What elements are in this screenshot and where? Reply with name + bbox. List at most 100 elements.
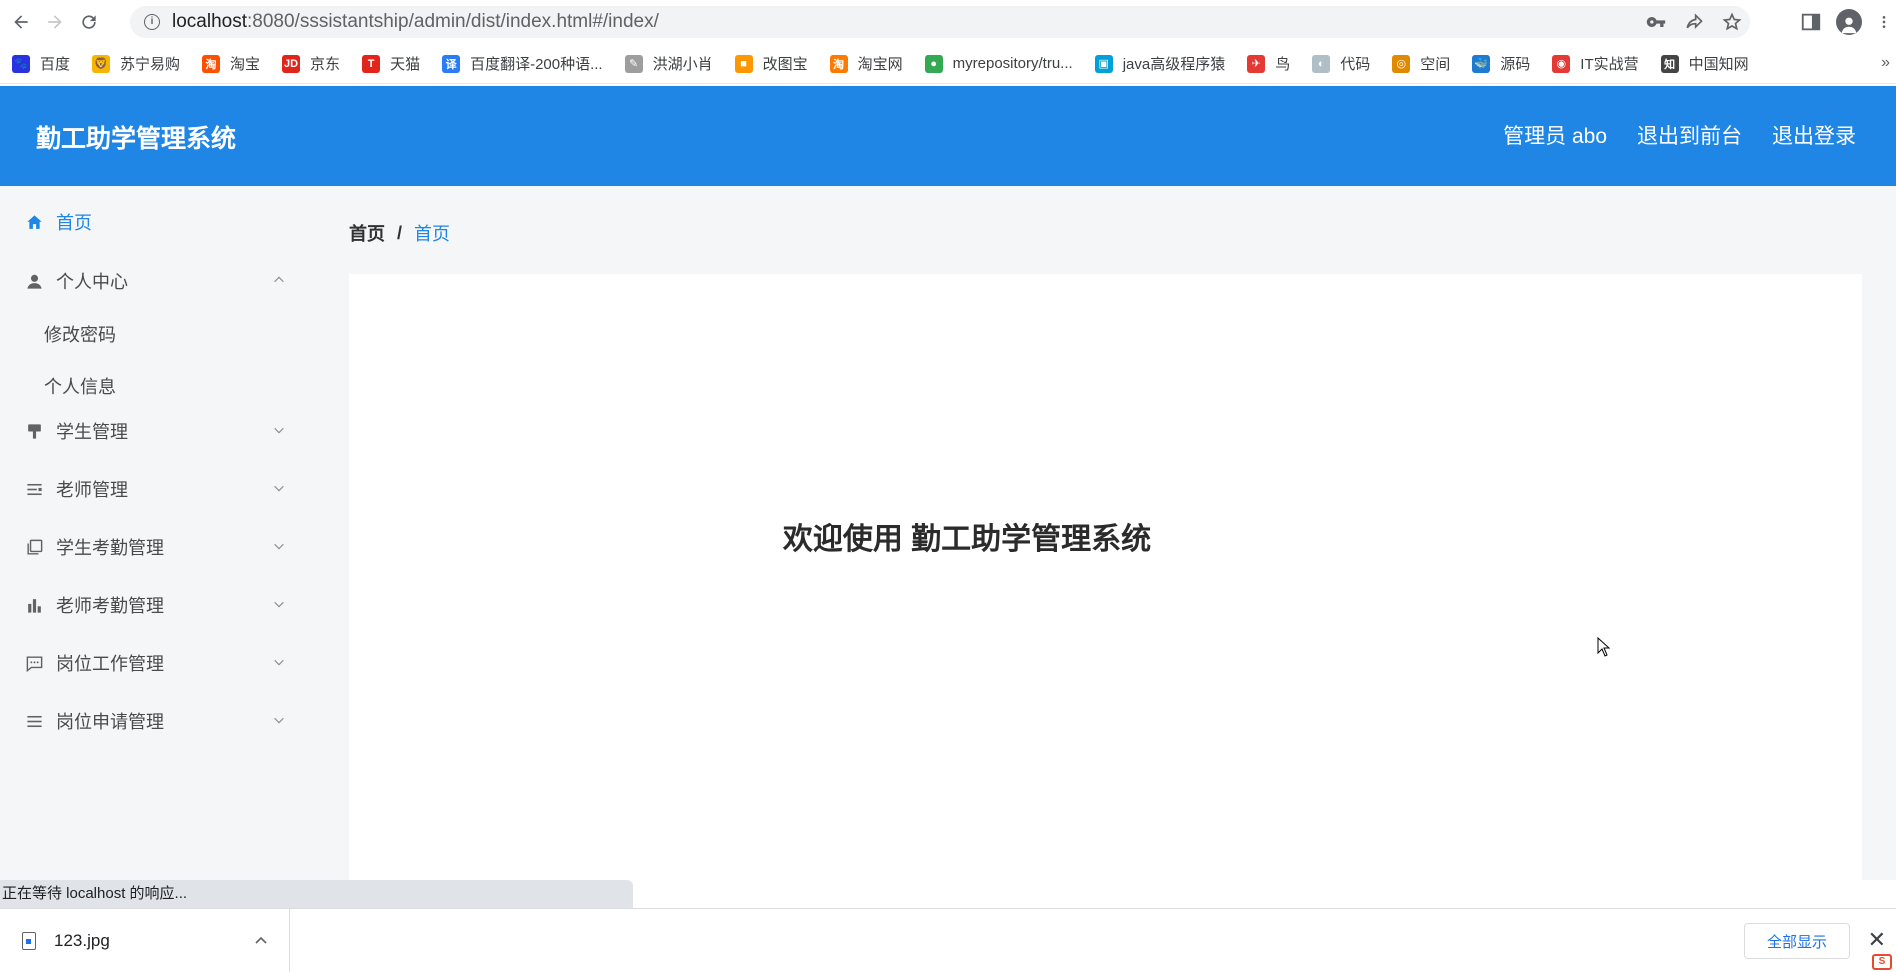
baidu-icon: 🐾 xyxy=(12,54,30,73)
user-icon xyxy=(24,271,44,291)
suning-icon: 🦁 xyxy=(92,54,111,73)
side-panel-icon[interactable] xyxy=(1800,11,1822,33)
jd-icon: JD xyxy=(282,54,301,73)
align-icon xyxy=(24,479,44,499)
bookmark-item[interactable]: ◎ 空间 xyxy=(1392,53,1450,74)
breadcrumb-home[interactable]: 首页 xyxy=(349,220,385,246)
sidebar-item-label: 老师管理 xyxy=(56,480,128,500)
sidebar: 首页 个人中心 修改密码 个人信息 学生管理 老师管理 学生考勤管理 老师考勤管… xyxy=(0,186,320,880)
chevron-down-icon xyxy=(274,543,284,550)
bookmark-item[interactable]: ✎ 洪湖小肖 xyxy=(624,53,713,74)
header-links: 管理员 abo 退出到前台 退出登录 xyxy=(1503,120,1856,150)
bookmark-item[interactable]: ◐ 代码 xyxy=(1312,53,1370,74)
menu-kebab-icon[interactable] xyxy=(1876,11,1892,33)
sidebar-item-student-attendance[interactable]: 学生考勤管理 xyxy=(0,527,320,567)
bookmark-item[interactable]: ▣ java高级程序猿 xyxy=(1094,53,1226,74)
address-bar[interactable]: i localhost:8080/sssistantship/admin/dis… xyxy=(130,6,1750,38)
bookmark-item[interactable]: 淘淘宝 xyxy=(202,53,260,74)
bookmark-label: 天猫 xyxy=(390,56,421,73)
share-icon[interactable] xyxy=(1684,12,1704,32)
taobao-net-icon: 淘 xyxy=(829,54,848,73)
bookmark-label: 百度 xyxy=(40,56,71,73)
bookmark-label: 源码 xyxy=(1500,56,1531,73)
chevron-up-icon[interactable] xyxy=(253,933,269,949)
bird-red-icon: ✈ xyxy=(1247,54,1266,73)
bookmark-item[interactable]: 🦁 苏宁易购 xyxy=(92,53,180,74)
sidebar-item-student-mgmt[interactable]: 学生管理 xyxy=(0,411,320,451)
scrollbar[interactable] xyxy=(1888,186,1896,880)
bookmark-label: java高级程序猿 xyxy=(1122,56,1226,73)
bookmark-item[interactable]: ● myrepository/tru... xyxy=(924,54,1073,73)
baidu-translate-icon: 译 xyxy=(442,54,461,73)
bookmark-item[interactable]: T 天猫 xyxy=(362,53,420,74)
bookmark-label: 空间 xyxy=(1420,56,1451,73)
sidebar-item-home[interactable]: 首页 xyxy=(0,202,320,242)
tmall-icon: T xyxy=(362,54,381,73)
sidebar-item-label: 个人中心 xyxy=(56,272,128,292)
exit-to-front-link[interactable]: 退出到前台 xyxy=(1637,120,1742,150)
chrome-icon: ● xyxy=(924,54,943,73)
bookmark-label: 中国知网 xyxy=(1688,56,1749,73)
bookmark-item[interactable]: ■ 改图宝 xyxy=(734,53,808,74)
download-item[interactable]: 123.jpg xyxy=(0,909,290,972)
chevron-down-icon xyxy=(274,427,284,434)
it-camp-icon: ◉ xyxy=(1552,54,1571,73)
reload-icon[interactable] xyxy=(72,5,106,39)
home-icon xyxy=(24,212,44,232)
bookmark-item[interactable]: ◉ IT实战营 xyxy=(1552,53,1639,74)
download-bar: 123.jpg 全部显示 ✕ S xyxy=(0,908,1896,972)
sidebar-item-teacher-attendance[interactable]: 老师考勤管理 xyxy=(0,585,320,625)
status-bubble: 正在等待 localhost 的响应... xyxy=(0,880,633,908)
star-icon[interactable] xyxy=(1722,12,1742,32)
mouse-cursor-icon xyxy=(1597,637,1611,657)
sidebar-item-personal-center[interactable]: 个人中心 xyxy=(0,261,320,301)
url-path: :8080/sssistantship/admin/dist/index.htm… xyxy=(247,11,659,32)
browser-toolbar: i localhost:8080/sssistantship/admin/dis… xyxy=(0,0,1896,44)
forward-icon[interactable] xyxy=(38,5,72,39)
sogou-ime-icon[interactable]: S xyxy=(1872,954,1892,970)
chevron-down-icon xyxy=(274,659,284,666)
chevron-down-icon xyxy=(274,601,284,608)
sidebar-item-post-apply[interactable]: 岗位申请管理 xyxy=(0,701,320,741)
close-download-bar-icon[interactable]: ✕ xyxy=(1868,929,1886,951)
cnki-icon: 知 xyxy=(1660,54,1679,73)
url-host: localhost xyxy=(172,11,247,32)
chevron-up-icon xyxy=(274,276,284,283)
bookmark-label: 洪湖小肖 xyxy=(652,56,713,73)
sidebar-item-label: 首页 xyxy=(56,213,92,233)
bookmark-label: 改图宝 xyxy=(762,56,808,73)
gaitubao-icon: ■ xyxy=(734,54,753,73)
key-icon[interactable] xyxy=(1646,12,1666,32)
sidebar-subitem-label: 修改密码 xyxy=(44,325,116,345)
bookmark-item[interactable]: 🐾 百度 xyxy=(12,53,70,74)
admin-user-link[interactable]: 管理员 abo xyxy=(1503,120,1607,150)
profile-avatar-icon[interactable] xyxy=(1836,9,1862,35)
bookmark-label: IT实战营 xyxy=(1580,56,1639,73)
bookmark-item[interactable]: 淘淘宝网 xyxy=(829,53,903,74)
bilibili-icon: ▣ xyxy=(1094,54,1113,73)
bookmark-item[interactable]: 译百度翻译-200种语... xyxy=(442,53,603,74)
sidebar-item-teacher-mgmt[interactable]: 老师管理 xyxy=(0,469,320,509)
bookmarks-overflow-icon[interactable]: » xyxy=(1881,54,1890,72)
bookmark-item[interactable]: JD 京东 xyxy=(282,53,340,74)
bookmarks-bar: 🐾 百度 🦁 苏宁易购淘淘宝 JD 京东 T 天猫译百度翻译-200种语... ✎ 洪湖小肖 ■ 改图… xyxy=(0,44,1896,84)
site-info-icon[interactable]: i xyxy=(144,14,160,30)
main-content: 首页 / 首页 欢迎使用 勤工助学管理系统 xyxy=(320,186,1896,880)
bookmark-label: 百度翻译-200种语... xyxy=(470,56,603,73)
show-all-downloads-button[interactable]: 全部显示 xyxy=(1744,923,1850,959)
sidebar-subitem-personal-info[interactable]: 个人信息 xyxy=(0,366,320,406)
bookmark-item[interactable]: 知中国知网 xyxy=(1660,53,1749,74)
url-text: localhost:8080/sssistantship/admin/dist/… xyxy=(172,11,659,33)
breadcrumb: 首页 / 首页 xyxy=(349,220,450,246)
sidebar-subitem-change-password[interactable]: 修改密码 xyxy=(0,314,320,354)
sidebar-item-post-work[interactable]: 岗位工作管理 xyxy=(0,643,320,683)
welcome-card: 欢迎使用 勤工助学管理系统 xyxy=(349,274,1862,880)
back-icon[interactable] xyxy=(4,5,38,39)
bookmark-item[interactable]: 🐳 源码 xyxy=(1472,53,1530,74)
logout-link[interactable]: 退出登录 xyxy=(1772,120,1856,150)
bookmark-label: 苏宁易购 xyxy=(120,56,181,73)
bookmark-label: 淘宝 xyxy=(230,56,261,73)
bookmark-item[interactable]: ✈ 鸟 xyxy=(1247,53,1290,74)
code-icon: ◐ xyxy=(1312,54,1331,73)
bookmark-label: 京东 xyxy=(310,56,341,73)
